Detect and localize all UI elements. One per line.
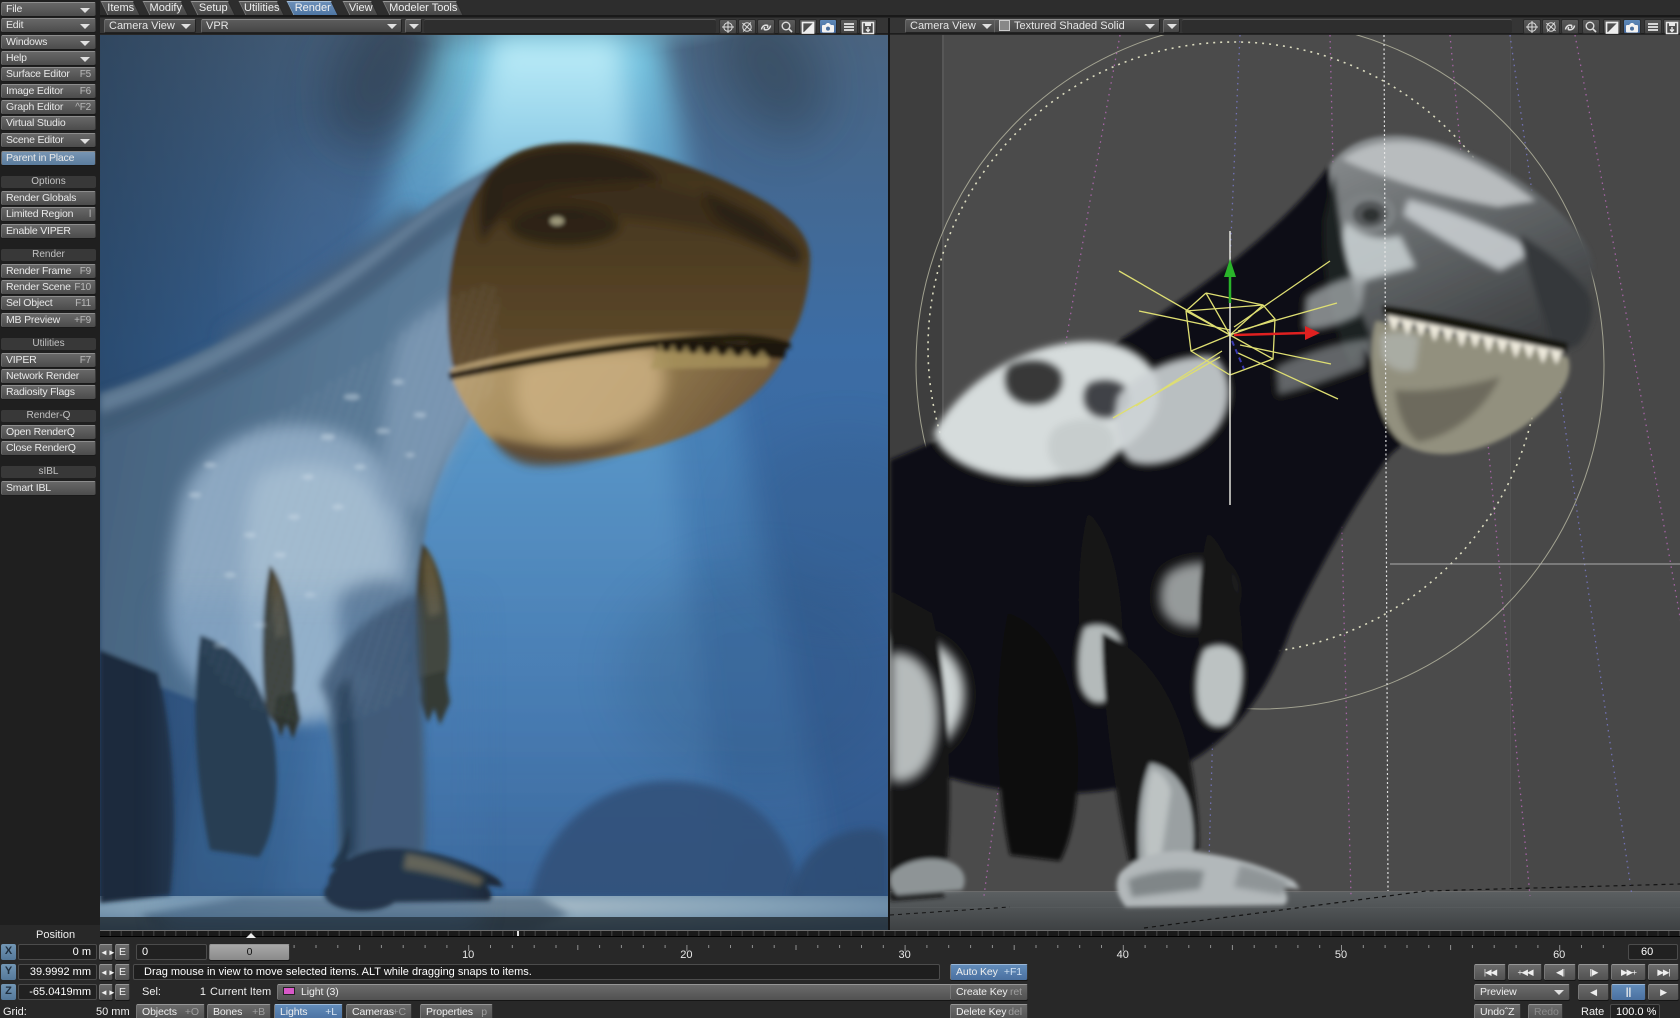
svg-text:10: 10 — [462, 949, 474, 960]
svg-text:60: 60 — [1553, 949, 1565, 960]
svg-text:50: 50 — [1335, 949, 1347, 960]
svg-text:20: 20 — [680, 949, 692, 960]
svg-text:30: 30 — [898, 949, 910, 960]
svg-text:40: 40 — [1117, 949, 1129, 960]
